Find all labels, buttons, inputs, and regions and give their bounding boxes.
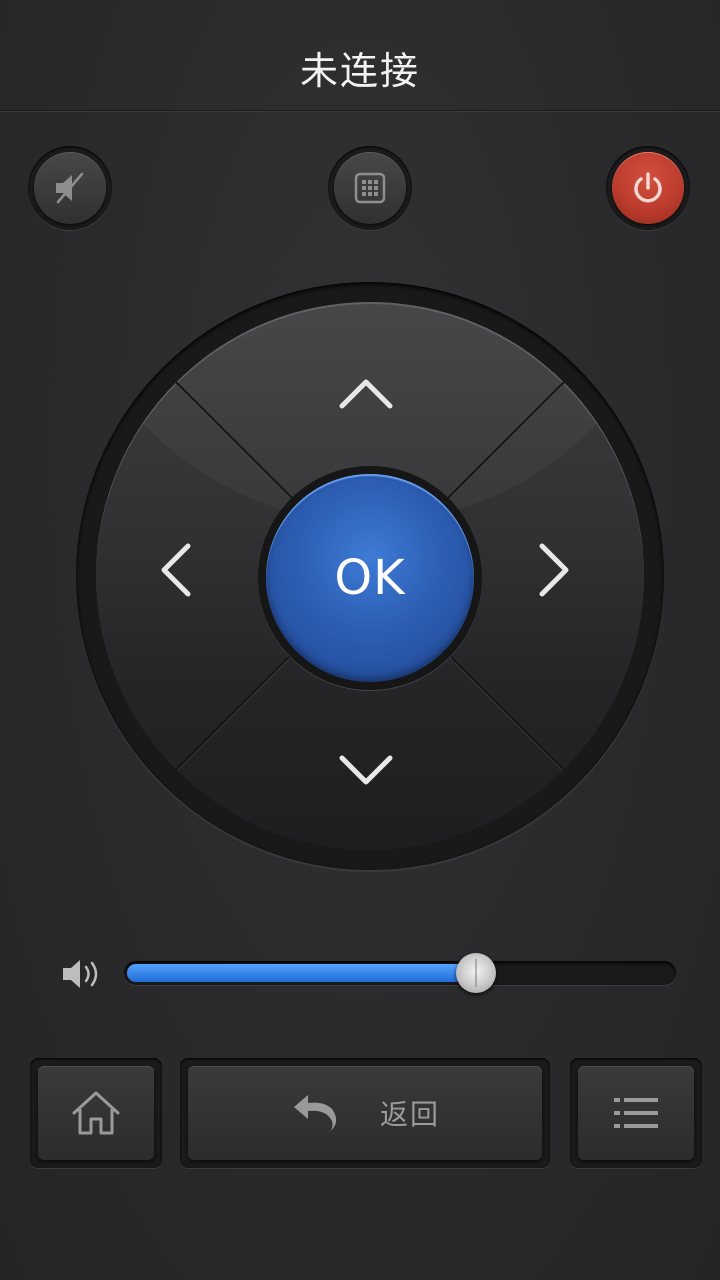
back-label: 返回: [379, 1098, 440, 1131]
header-bar: 未连接: [0, 0, 720, 111]
mute-speaker-icon: [56, 172, 84, 204]
volume-slider-track[interactable]: [124, 961, 676, 985]
ok-button[interactable]: OK: [266, 474, 474, 682]
power-icon: [634, 172, 662, 203]
chevron-left-icon[interactable]: [156, 540, 196, 600]
chevron-right-icon[interactable]: [534, 540, 574, 600]
chevron-up-icon[interactable]: [336, 374, 396, 414]
back-arrow-icon: [293, 1095, 337, 1133]
menu-list-icon: [614, 1098, 658, 1128]
power-button[interactable]: [606, 146, 690, 230]
keypad-grid-icon: [354, 172, 386, 204]
home-icon: [72, 1091, 120, 1135]
keypad-button[interactable]: [328, 146, 412, 230]
connection-status-title: 未连接: [299, 49, 420, 93]
remote-control-screen: 未连接 OK 返回: [0, 0, 720, 1280]
volume-slider-thumb[interactable]: [456, 953, 496, 993]
back-button[interactable]: 返回: [188, 1066, 542, 1160]
menu-button[interactable]: [578, 1066, 694, 1160]
home-button[interactable]: [38, 1066, 154, 1160]
ok-label: OK: [334, 550, 406, 606]
speaker-volume-icon: [63, 960, 98, 988]
mute-button[interactable]: [28, 146, 112, 230]
volume-slider-fill: [127, 964, 476, 982]
chevron-down-icon[interactable]: [336, 750, 396, 790]
